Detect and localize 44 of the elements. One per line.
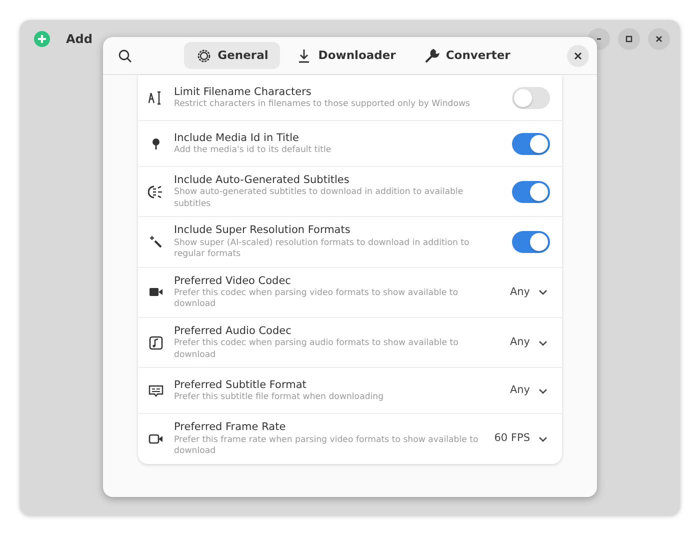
setting-title: Preferred Frame Rate xyxy=(174,420,287,435)
wrench-icon xyxy=(424,48,440,64)
subtitle-icon xyxy=(148,382,164,399)
setting-description: Prefer this subtitle file format when downloading xyxy=(174,392,385,404)
setting-title: Include Media Id in Title xyxy=(174,130,300,145)
chevron-down-icon xyxy=(538,287,548,298)
close-icon xyxy=(573,50,583,60)
music-file-icon xyxy=(148,334,164,351)
setting-description: Show super (AI-scaled) resolution formats to download in addition to regular formats xyxy=(174,238,470,261)
toggle-switch[interactable] xyxy=(512,231,550,254)
setting-title: Preferred Subtitle Format xyxy=(174,378,308,392)
setting-title: Include Super Resolution Formats xyxy=(174,223,352,238)
setting-description: Show auto-generated subtitles to download in addition to available subtitles xyxy=(174,187,464,210)
dropdown[interactable]: Any xyxy=(508,284,550,300)
chevron-down-icon xyxy=(538,434,548,444)
setting-title: Limit Filename Characters xyxy=(174,84,312,99)
setting-description: Prefer this frame rate when parsing video formats to show available to download xyxy=(174,434,480,458)
setting-title: Include Auto-Generated Subtitles xyxy=(174,173,350,188)
setting-description: Add the media's id to its default title xyxy=(174,144,332,156)
dropdown[interactable]: 60 FPS xyxy=(492,431,550,447)
setting-title: Preferred Video Codec xyxy=(174,274,292,288)
close-button[interactable] xyxy=(567,44,589,66)
add-button[interactable]: Add xyxy=(30,26,96,52)
search-icon[interactable] xyxy=(117,48,133,64)
subtitles-icon xyxy=(148,184,164,200)
toggle-switch[interactable] xyxy=(512,132,550,154)
tab[interactable]: General xyxy=(184,42,280,70)
setting-description: Prefer this codec when parsing audio formats to show available to download xyxy=(174,338,460,362)
plus-icon xyxy=(34,31,50,47)
close-icon xyxy=(654,34,664,44)
tab[interactable]: Converter xyxy=(412,42,522,70)
toggle-switch[interactable] xyxy=(512,86,550,108)
close-button[interactable] xyxy=(648,28,670,50)
setting-description: Restrict characters in filenames to those supported only by Windows xyxy=(174,98,472,110)
wand-icon xyxy=(148,234,164,250)
setting-description: Prefer this codec when parsing video formats to show available to download xyxy=(174,288,460,312)
dropdown[interactable]: Any xyxy=(508,334,550,351)
tab[interactable]: Downloader xyxy=(284,42,408,70)
maximize-icon xyxy=(624,34,634,44)
maximize-button[interactable] xyxy=(618,28,640,50)
dropdown[interactable]: Any xyxy=(508,383,550,399)
gear-icon xyxy=(196,48,212,64)
setting-title: Preferred Audio Codec xyxy=(174,324,292,338)
toggle-switch[interactable] xyxy=(512,180,550,203)
